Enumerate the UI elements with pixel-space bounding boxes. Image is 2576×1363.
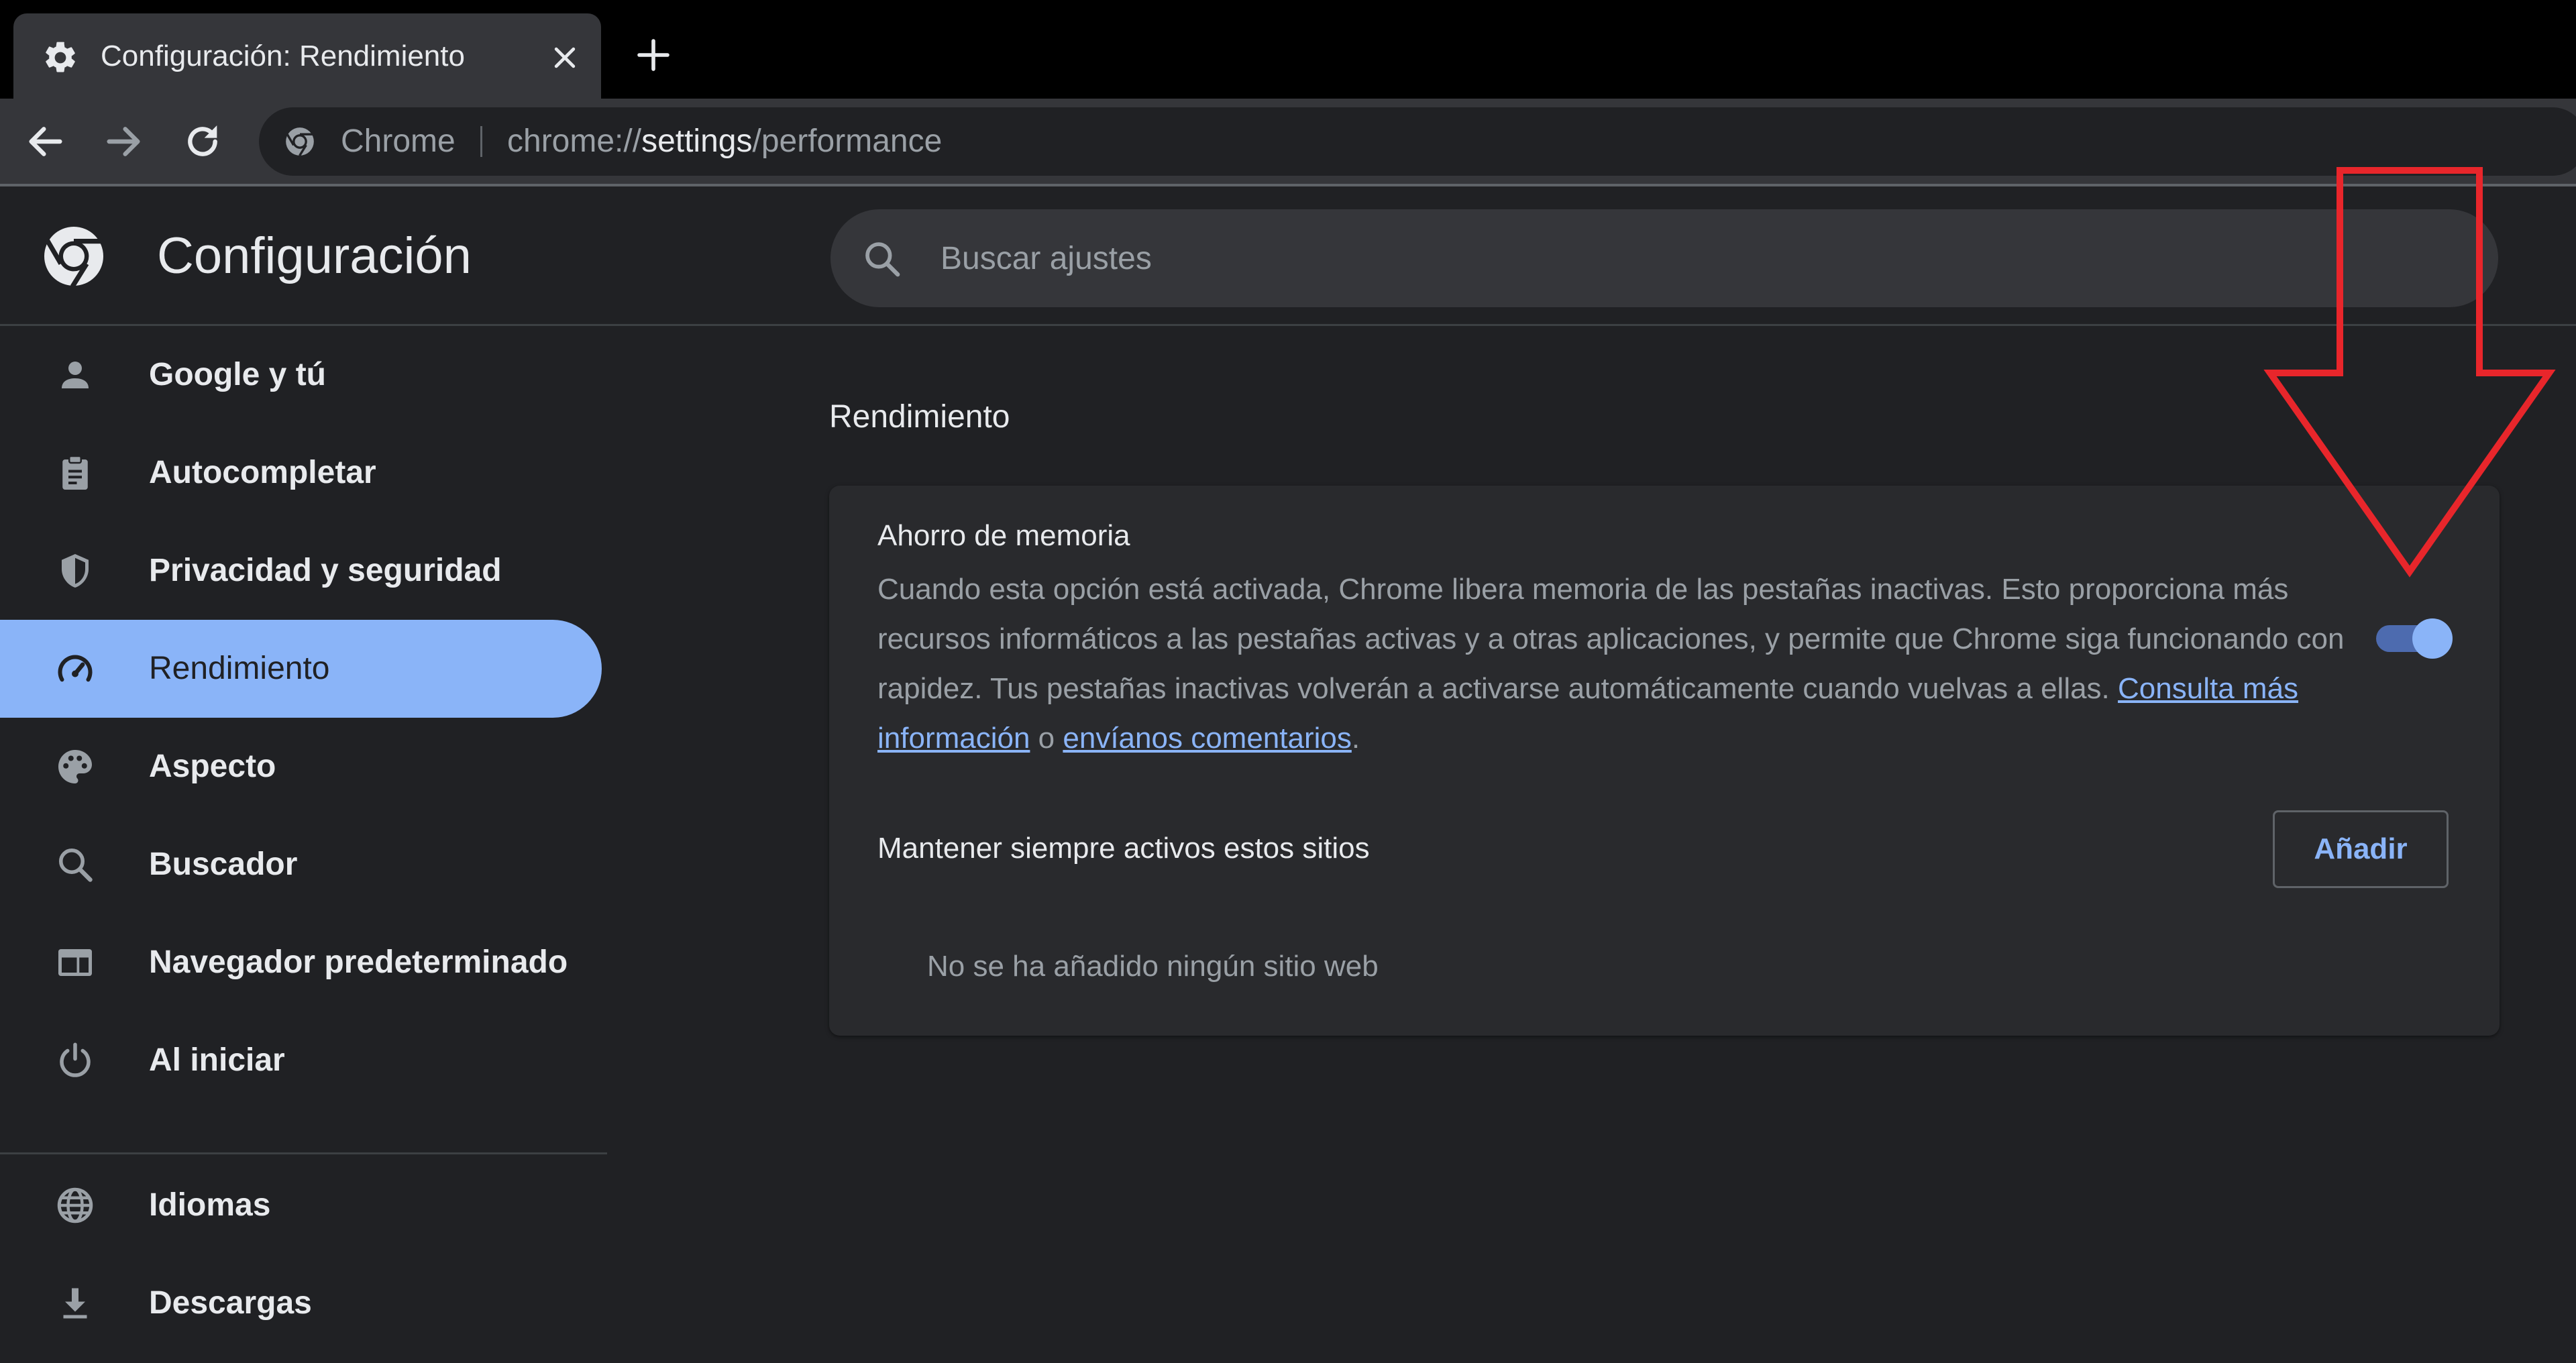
sidebar-item-label: Descargas xyxy=(149,1285,312,1321)
sidebar-item-label: Rendimiento xyxy=(149,651,330,686)
sidebar-item-label: Autocompletar xyxy=(149,455,376,490)
url-text: chrome://settings/performance xyxy=(507,107,942,176)
new-tab-plus-icon[interactable] xyxy=(635,36,672,74)
search-input[interactable] xyxy=(941,209,2416,307)
download-icon xyxy=(63,1288,87,1319)
close-icon[interactable] xyxy=(550,43,580,72)
sidebar-item-downloads[interactable]: Descargas xyxy=(0,1254,602,1352)
search-icon xyxy=(59,849,93,882)
url-scheme: chrome:// xyxy=(507,123,642,159)
settings-sidebar: Google y tú Autocompletar Privacidad y s… xyxy=(0,326,607,1363)
sidebar-item-label: Privacidad y seguridad xyxy=(149,553,502,588)
sidebar-item-label: Navegador predeterminado xyxy=(149,944,568,980)
empty-sites-text: No se ha añadido ningún sitio web xyxy=(927,950,1379,983)
sidebar-item-label: Al iniciar xyxy=(149,1042,285,1078)
back-arrow-icon[interactable] xyxy=(24,120,67,163)
always-active-label: Mantener siempre activos estos sitios xyxy=(877,832,1370,865)
memory-saver-description: Cuando esta opción está activada, Chrome… xyxy=(877,573,2345,755)
sidebar-item-on-startup[interactable]: Al iniciar xyxy=(0,1012,602,1109)
connector-text: o xyxy=(1038,722,1055,755)
settings-search[interactable] xyxy=(830,209,2498,307)
sidebar-item-google[interactable]: Google y tú xyxy=(0,326,602,424)
speedometer-icon xyxy=(58,655,93,682)
sidebar-item-search-engine[interactable]: Buscador xyxy=(0,816,602,914)
globe-icon xyxy=(57,1187,93,1223)
search-icon xyxy=(865,242,900,277)
chrome-chip: Chrome xyxy=(341,123,455,159)
sidebar-item-label: Google y tú xyxy=(149,357,326,392)
forward-arrow-icon[interactable] xyxy=(102,120,145,163)
power-icon xyxy=(60,1042,91,1077)
gear-icon xyxy=(46,42,75,72)
omnibox-separator xyxy=(480,126,482,157)
red-arrow-annotation-icon xyxy=(2263,167,2556,578)
chrome-logo-icon xyxy=(44,227,103,288)
section-title: Rendimiento xyxy=(829,399,1010,435)
memory-saver-toggle[interactable] xyxy=(2373,618,2453,659)
sidebar-item-appearance[interactable]: Aspecto xyxy=(0,718,602,816)
tab-settings[interactable]: Configuración: Rendimiento xyxy=(13,13,601,99)
shield-icon xyxy=(62,554,89,588)
reload-icon[interactable] xyxy=(181,120,224,163)
url-host: settings xyxy=(641,123,753,159)
browser-toolbar: Chrome chrome://settings/performance xyxy=(0,99,2576,186)
settings-header: Configuración xyxy=(0,186,2576,326)
memory-saver-title: Ahorro de memoria xyxy=(877,519,1130,552)
sidebar-item-label: Aspecto xyxy=(149,749,276,784)
add-site-button[interactable]: Añadir xyxy=(2273,810,2449,888)
person-icon xyxy=(62,362,89,388)
address-bar[interactable]: Chrome chrome://settings/performance xyxy=(259,107,2576,176)
tab-title: Configuración: Rendimiento xyxy=(101,40,465,72)
sidebar-item-privacy[interactable]: Privacidad y seguridad xyxy=(0,522,602,620)
sidebar-divider xyxy=(0,1152,607,1154)
clipboard-icon xyxy=(62,455,88,490)
sidebar-item-label: Buscador xyxy=(149,847,298,882)
sidebar-item-default-browser[interactable]: Navegador predeterminado xyxy=(0,914,602,1012)
page-title: Configuración xyxy=(157,227,472,284)
performance-card: Ahorro de memoria Cuando esta opción est… xyxy=(829,486,2500,1036)
browser-window-icon xyxy=(58,949,92,976)
palette-icon xyxy=(58,750,92,783)
sidebar-item-autofill[interactable]: Autocompletar xyxy=(0,424,602,522)
sidebar-item-performance[interactable]: Rendimiento xyxy=(0,620,602,718)
tab-strip: Configuración: Rendimiento xyxy=(0,0,2576,99)
chrome-logo-icon xyxy=(286,127,314,156)
url-path: /performance xyxy=(752,123,943,159)
toggle-knob xyxy=(2412,618,2453,659)
sidebar-item-label: Idiomas xyxy=(149,1187,271,1223)
send-feedback-link[interactable]: envíanos comentarios xyxy=(1063,722,1351,755)
sidebar-item-languages[interactable]: Idiomas xyxy=(0,1156,602,1254)
